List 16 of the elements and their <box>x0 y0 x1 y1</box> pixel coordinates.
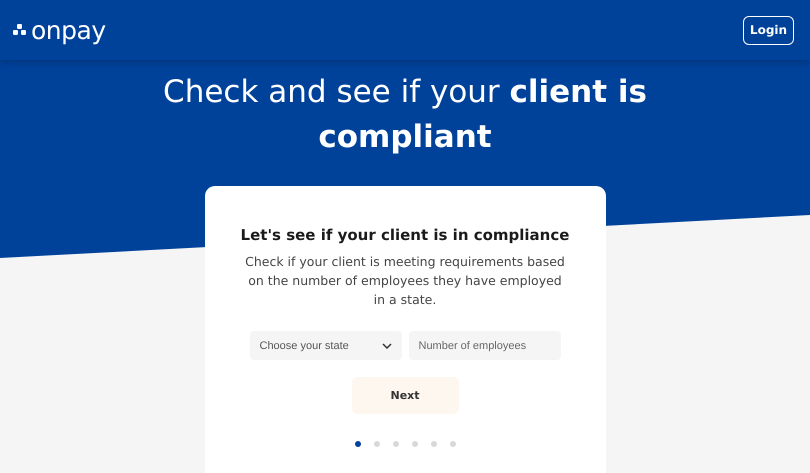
employees-field[interactable]: Number of employees <box>408 331 560 360</box>
logo-icon <box>13 24 27 36</box>
hero-title: Check and see if your client is compliant <box>162 73 648 157</box>
state-select[interactable]: Choose your state <box>250 331 402 360</box>
step-dot[interactable] <box>354 441 360 447</box>
step-dot[interactable] <box>430 441 436 447</box>
step-dot[interactable] <box>392 441 398 447</box>
logo-text[interactable]: onpay <box>31 16 106 44</box>
chevron-down-icon <box>382 342 392 348</box>
card-heading: Let's see if your client is in compliance <box>240 226 570 244</box>
next-button[interactable]: Next <box>352 377 458 414</box>
step-dot[interactable] <box>412 441 418 447</box>
login-button[interactable]: Login <box>743 16 794 44</box>
step-dot[interactable] <box>374 441 380 447</box>
step-dot[interactable] <box>450 441 456 447</box>
card-description: Check if your client is meeting requirements based on the number of employees they have employed in a state. <box>245 253 565 309</box>
